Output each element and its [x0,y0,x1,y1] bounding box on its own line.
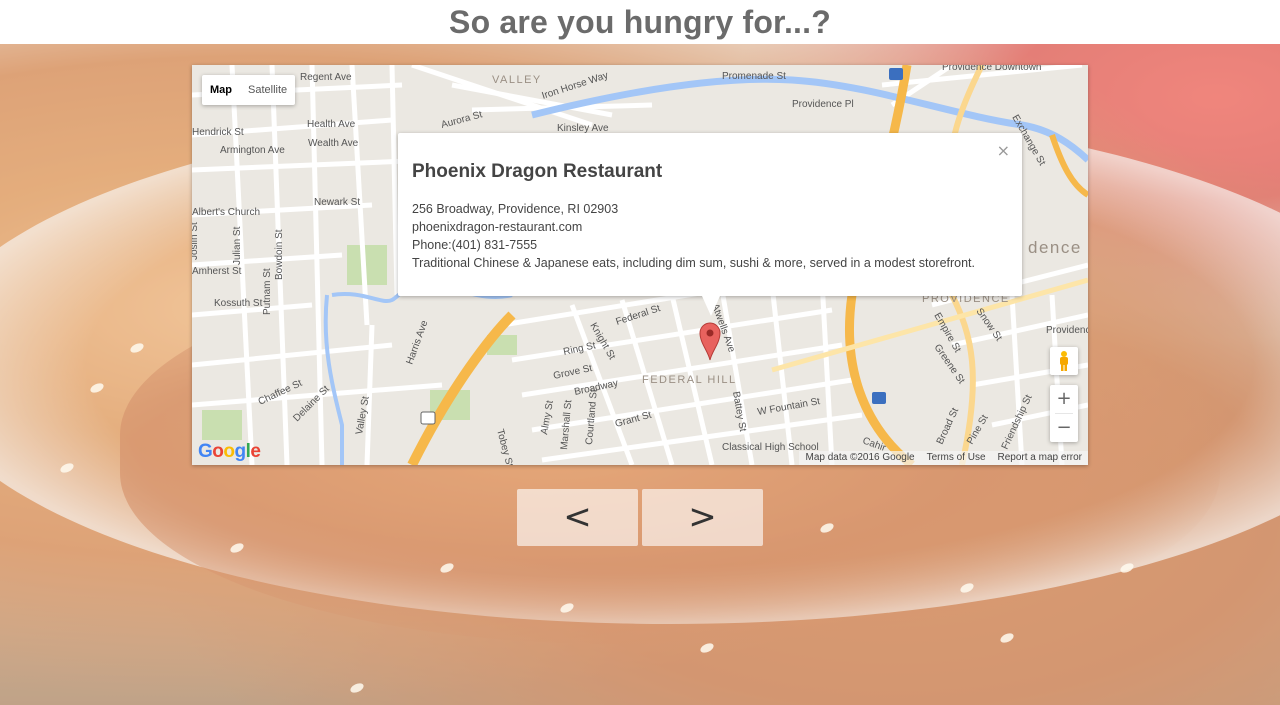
report-map-error-link[interactable]: Report a map error [992,451,1088,465]
svg-text:Providence Pl: Providence Pl [792,99,854,110]
svg-text:Armington Ave: Armington Ave [220,145,285,156]
restaurant-description: Traditional Chinese & Japanese eats, inc… [412,256,976,270]
restaurant-address: 256 Broadway, Providence, RI 02903 [412,202,619,216]
zoom-out-button[interactable]: − [1050,414,1078,442]
previous-button[interactable]: < [517,489,638,546]
map-attribution: Map data ©2016 Google Terms of Use Repor… [799,451,1088,465]
svg-text:Wealth Ave: Wealth Ave [308,138,359,149]
next-button[interactable]: > [642,489,763,546]
svg-text:Kossuth St: Kossuth St [214,298,263,309]
restaurant-website: phoenixdragon-restaurant.com [412,220,583,234]
header: So are you hungry for...? [0,0,1280,44]
google-logo: Google [198,441,261,462]
restaurant-name: Phoenix Dragon Restaurant [412,161,663,182]
restaurant-info-window: × Phoenix Dragon Restaurant 256 Broadway… [398,133,1022,316]
svg-text:Newark St: Newark St [314,197,360,208]
svg-text:Providence Downtown: Providence Downtown [942,65,1042,73]
svg-text:Putnam St: Putnam St [262,268,273,315]
page-title: So are you hungry for...? [449,4,831,40]
svg-text:FEDERAL HILL: FEDERAL HILL [642,374,737,386]
svg-text:Bowdoin St: Bowdoin St [274,229,285,280]
svg-text:Promenade St: Promenade St [722,71,786,82]
svg-text:Regent Ave: Regent Ave [300,72,352,83]
svg-text:Albert's Church: Albert's Church [192,207,260,218]
svg-text:Providence Arts Center: Providence Arts Center [1046,325,1088,336]
svg-text:Hendrick St: Hendrick St [192,127,244,138]
svg-text:Julian St: Julian St [232,226,243,265]
restaurant-phone: Phone:(401) 831-7555 [412,238,538,252]
map-type-control[interactable]: Map Satellite [202,75,296,105]
restaurant-details: 256 Broadway, Providence, RI 02903 phoen… [412,200,975,272]
svg-text:dence: dence [1028,238,1082,257]
svg-text:Amherst St: Amherst St [192,266,242,277]
svg-text:VALLEY: VALLEY [492,74,542,86]
info-window-tail [702,296,720,316]
zoom-in-button[interactable]: + [1050,385,1078,413]
map-type-satellite-button[interactable]: Satellite [240,75,295,105]
terms-of-use-link[interactable]: Terms of Use [921,451,992,465]
svg-text:Joslin St: Joslin St [192,222,200,260]
map[interactable]: VALLEY FEDERAL HILL PROVIDENCE dence Reg… [192,65,1088,465]
close-icon[interactable]: × [997,141,1010,160]
svg-text:Health Ave: Health Ave [307,119,356,130]
map-data-credit: Map data ©2016 Google [805,452,915,463]
zoom-control[interactable]: + − [1050,385,1078,442]
pegman-icon [1060,351,1068,371]
map-type-map-button[interactable]: Map [202,75,240,105]
street-view-pegman[interactable] [1050,347,1078,375]
